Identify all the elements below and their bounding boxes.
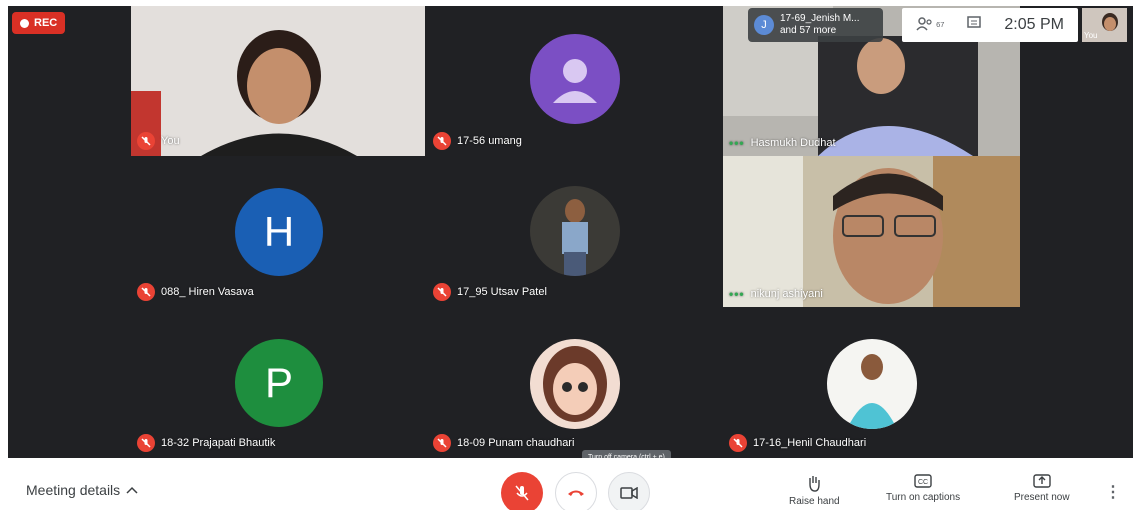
- profile-photo: [530, 339, 620, 429]
- captions-icon: CC: [914, 474, 932, 488]
- recording-badge: REC: [12, 12, 66, 34]
- meeting-details-label: Meeting details: [26, 482, 121, 498]
- svg-text:CC: CC: [918, 479, 928, 486]
- tile-name: 18-09 Punam chaudhari: [433, 434, 574, 452]
- tile-nikunj[interactable]: ••• nikunj ashiyani: [723, 156, 1020, 307]
- avatar-initial: H: [263, 208, 295, 255]
- present-now-button[interactable]: Present now: [1014, 474, 1070, 503]
- tile-prajapati[interactable]: P 18-32 Prajapati Bhautik: [131, 307, 425, 458]
- overflow-avatar: J: [754, 15, 774, 35]
- captions-label: Turn on captions: [886, 492, 961, 503]
- raise-hand-label: Raise hand: [789, 496, 840, 507]
- recording-label: REC: [34, 17, 58, 29]
- meeting-details-button[interactable]: Meeting details: [26, 482, 138, 498]
- raise-hand-button[interactable]: Raise hand: [789, 474, 840, 507]
- participant-name: 17-16_Henil Chaudhari: [753, 437, 867, 449]
- tile-umang[interactable]: 17-56 umang: [427, 6, 721, 156]
- chat-button[interactable]: [966, 15, 982, 36]
- more-vert-icon: ⋮: [1105, 484, 1121, 501]
- self-view-label: You: [1084, 31, 1098, 40]
- speaking-indicator-icon: •••: [729, 287, 745, 301]
- tile-hiren[interactable]: H 088_ Hiren Vasava: [131, 156, 425, 307]
- people-count: 67: [936, 20, 945, 29]
- participant-name: You: [161, 135, 180, 147]
- chevron-up-icon: [126, 486, 138, 494]
- people-button[interactable]: 67: [915, 17, 945, 33]
- profile-photo: [530, 186, 620, 276]
- participant-name: 18-32 Prajapati Bhautik: [161, 437, 276, 449]
- hand-icon: [809, 476, 820, 492]
- tile-name: You: [137, 132, 180, 150]
- participant-name: 18-09 Punam chaudhari: [457, 437, 575, 449]
- participant-name: Hasmukh Dudhat: [750, 137, 836, 149]
- participant-photo: [723, 156, 1020, 307]
- mic-off-icon: [729, 434, 747, 452]
- participant-name: 17-56 umang: [457, 135, 522, 147]
- tile-henil[interactable]: 17-16_Henil Chaudhari: [723, 307, 1020, 458]
- mic-toggle-button[interactable]: [501, 472, 543, 510]
- leave-call-button[interactable]: [555, 472, 597, 510]
- tile-you[interactable]: You: [131, 6, 425, 156]
- initial-avatar: P: [235, 339, 323, 427]
- bottom-bar: Meeting details Raise hand CC Turn on ca…: [0, 458, 1133, 510]
- tile-name: 088_ Hiren Vasava: [137, 283, 254, 301]
- tile-punam[interactable]: 18-09 Punam chaudhari: [427, 307, 721, 458]
- initial-avatar: H: [235, 188, 323, 276]
- participant-name: 088_ Hiren Vasava: [161, 286, 254, 298]
- tile-name: 17-16_Henil Chaudhari: [729, 434, 866, 452]
- top-bar: 67 2:05 PM: [901, 8, 1078, 42]
- person-icon: [553, 59, 597, 103]
- self-view-thumbnail[interactable]: You: [1082, 8, 1127, 42]
- tile-utsav[interactable]: 17_95 Utsav Patel: [427, 156, 721, 307]
- mic-off-icon: [137, 132, 155, 150]
- record-dot-icon: [20, 18, 29, 28]
- avatar-initial: P: [264, 359, 293, 406]
- mic-off-icon: [433, 132, 451, 150]
- participants-overflow-pill[interactable]: J 17-69_Jenish M... and 57 more: [748, 8, 883, 42]
- camera-toggle-button[interactable]: [608, 472, 650, 510]
- mic-off-icon: [433, 434, 451, 452]
- camera-icon: [620, 487, 638, 499]
- people-icon: [915, 17, 932, 31]
- participant-name: 17_95 Utsav Patel: [457, 286, 547, 298]
- overflow-name: 17-69_Jenish M...: [780, 13, 860, 24]
- profile-photo: [827, 339, 917, 429]
- present-label: Present now: [1014, 492, 1070, 503]
- more-options-button[interactable]: ⋮: [1105, 482, 1121, 502]
- default-avatar: [530, 34, 620, 124]
- tile-name: 17_95 Utsav Patel: [433, 283, 547, 301]
- mic-off-icon: [137, 283, 155, 301]
- mic-off-icon: [515, 485, 529, 501]
- tile-name: 18-32 Prajapati Bhautik: [137, 434, 275, 452]
- tile-name: ••• nikunj ashiyani: [729, 287, 823, 301]
- captions-button[interactable]: CC Turn on captions: [886, 474, 960, 503]
- tile-name: 17-56 umang: [433, 132, 522, 150]
- mic-off-icon: [137, 434, 155, 452]
- clock-time: 2:05 PM: [1004, 16, 1064, 33]
- video-grid: You 17-56 umang ••• Hasmukh Dudhat H 088…: [8, 6, 1133, 458]
- mic-off-icon: [433, 283, 451, 301]
- chat-icon: [967, 15, 982, 28]
- tile-name: ••• Hasmukh Dudhat: [729, 136, 836, 150]
- overflow-more: and 57 more: [780, 25, 837, 36]
- hang-up-icon: [568, 490, 584, 496]
- present-icon: [1033, 474, 1051, 488]
- speaking-indicator-icon: •••: [729, 136, 745, 150]
- participant-name: nikunj ashiyani: [750, 288, 823, 300]
